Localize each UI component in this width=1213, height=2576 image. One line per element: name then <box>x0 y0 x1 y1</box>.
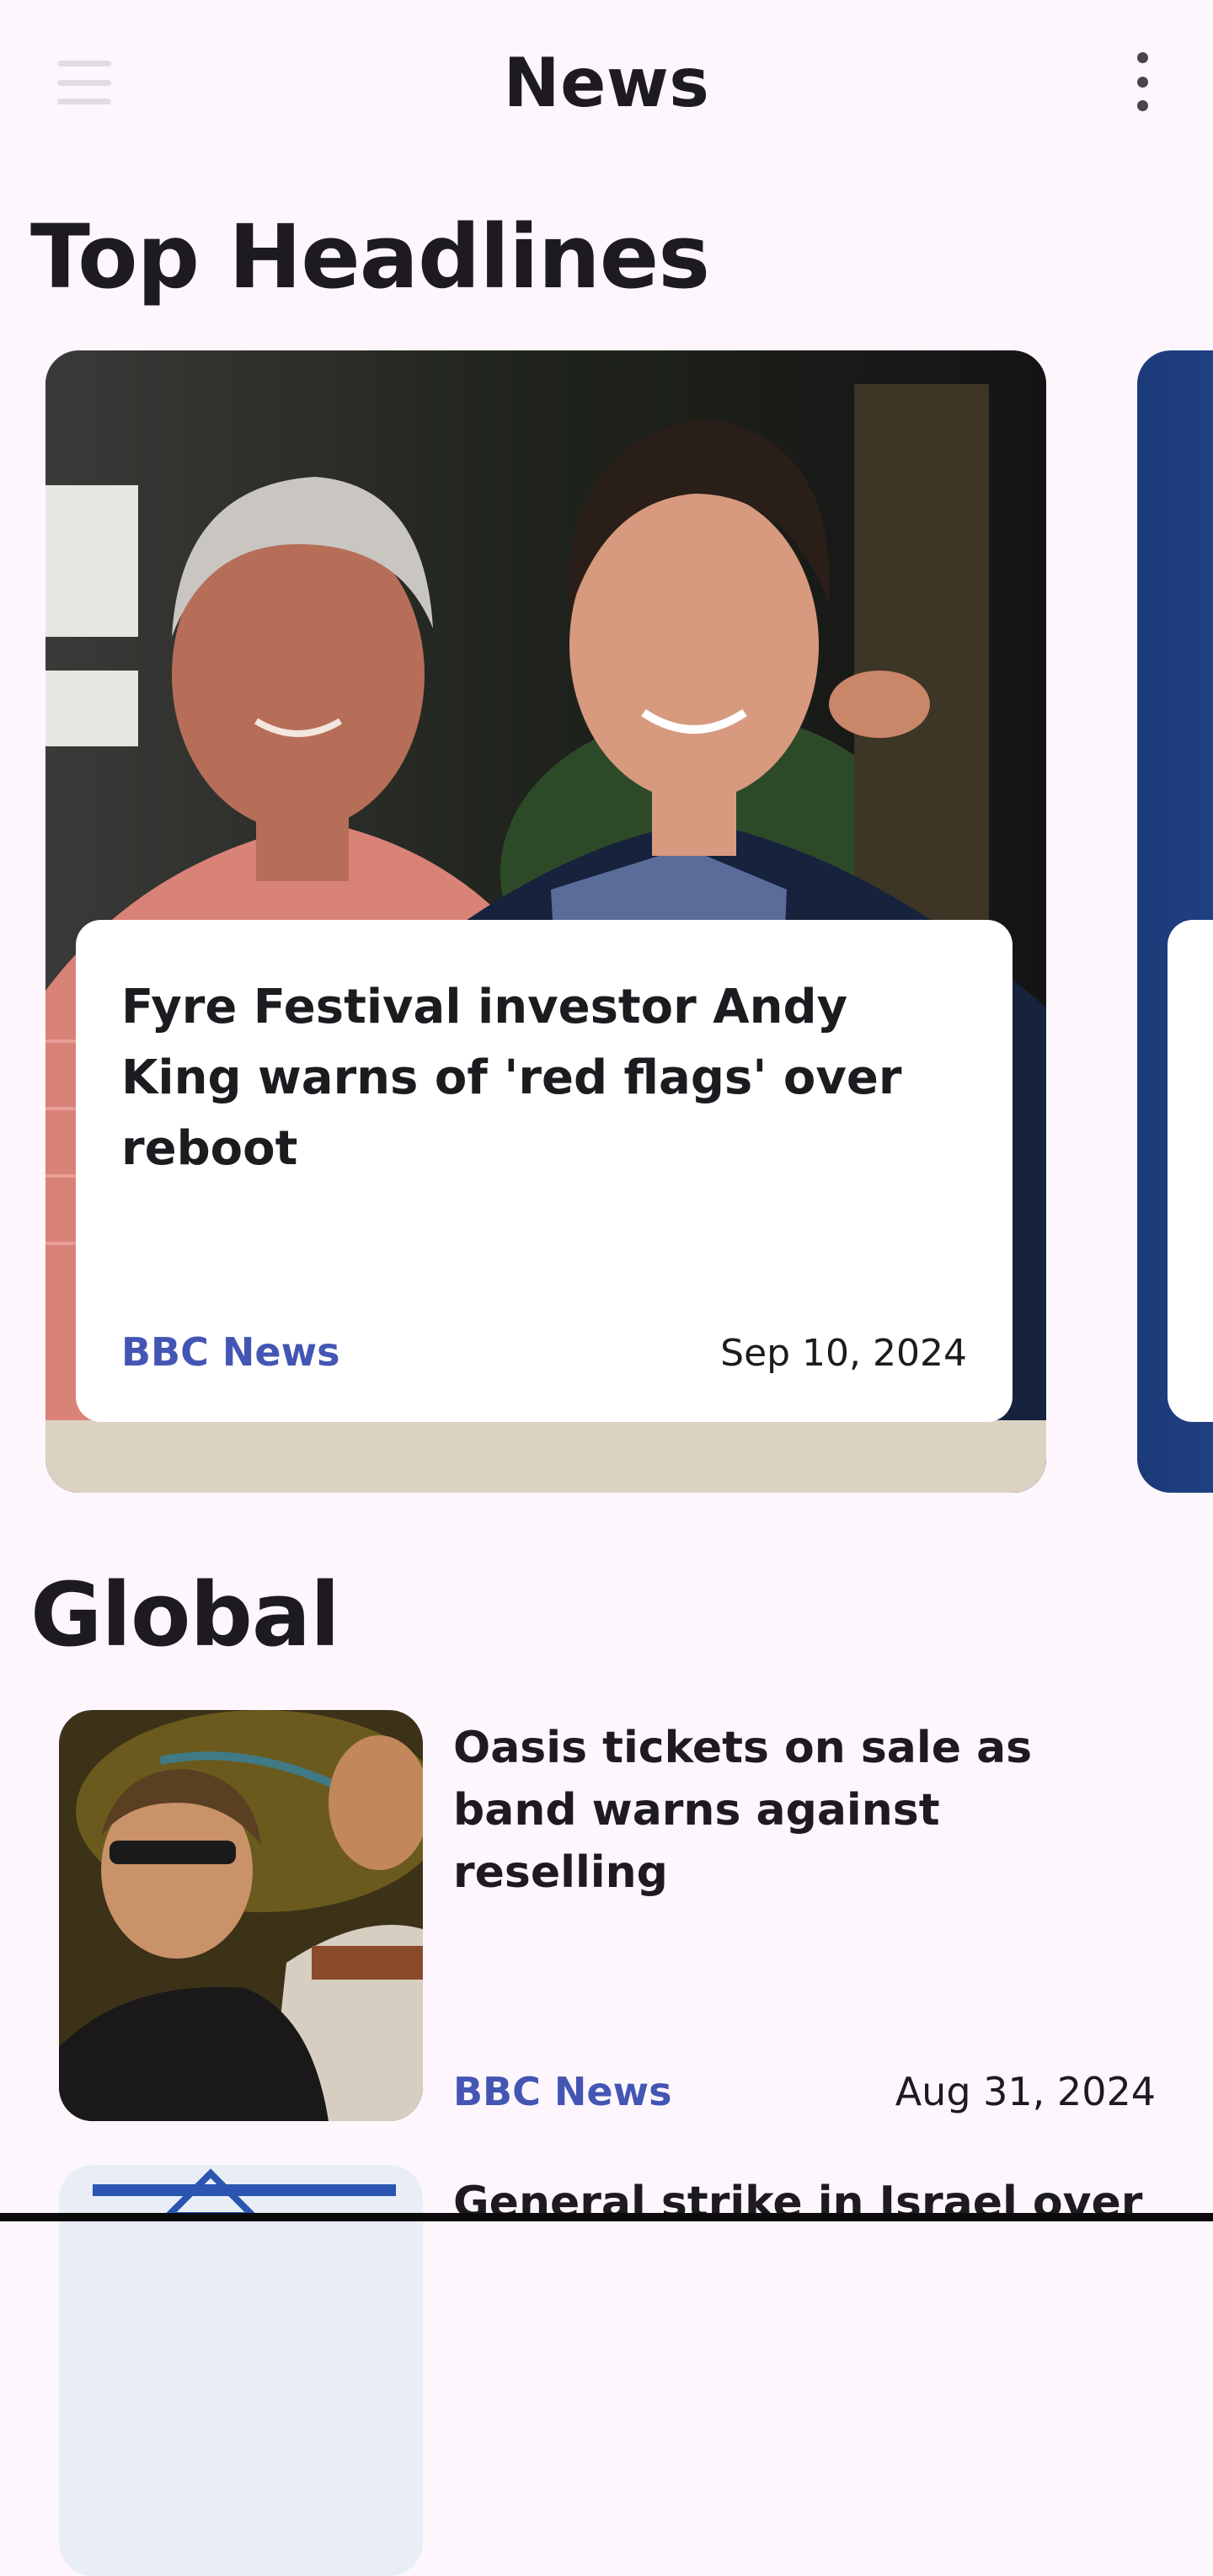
section-title-global: Global <box>30 1563 340 1666</box>
headline-card-next[interactable] <box>1137 350 1213 1493</box>
headline-meta: BBC News Sep 10, 2024 <box>121 1329 967 1375</box>
top-app-bar: News <box>0 0 1213 168</box>
headline-source[interactable]: BBC News <box>121 1329 339 1375</box>
headline-info-panel <box>1168 920 1213 1422</box>
headline-card[interactable]: Fyre Festival investor Andy King warns o… <box>45 350 1046 1493</box>
overflow-dot <box>1136 76 1148 88</box>
more-vertical-icon[interactable] <box>1125 52 1159 111</box>
article-title: General strike in Israel over <box>453 2178 1143 2228</box>
article-date: Aug 31, 2024 <box>895 2069 1156 2114</box>
headline-info-panel: Fyre Festival investor Andy King warns o… <box>76 920 1013 1422</box>
article-thumbnail <box>59 2165 423 2576</box>
article-source[interactable]: BBC News <box>453 2069 671 2114</box>
app-title: News <box>503 44 710 122</box>
article-title: Oasis tickets on sale as band warns agai… <box>453 1723 1033 1898</box>
list-item[interactable]: Oasis tickets on sale as band warns agai… <box>59 1710 1156 2121</box>
headline-title: Fyre Festival investor Andy King warns o… <box>121 980 902 1176</box>
section-title-top-headlines: Top Headlines <box>30 206 710 308</box>
article-thumbnail <box>59 1710 423 2121</box>
overflow-dot <box>1136 52 1148 63</box>
headline-date: Sep 10, 2024 <box>720 1332 967 1375</box>
bottom-edge <box>0 2213 1213 2221</box>
list-item[interactable]: General strike in Israel over <box>59 2165 1154 2576</box>
overflow-dot <box>1136 100 1148 111</box>
headlines-carousel[interactable]: Fyre Festival investor Andy King warns o… <box>0 350 1213 1493</box>
